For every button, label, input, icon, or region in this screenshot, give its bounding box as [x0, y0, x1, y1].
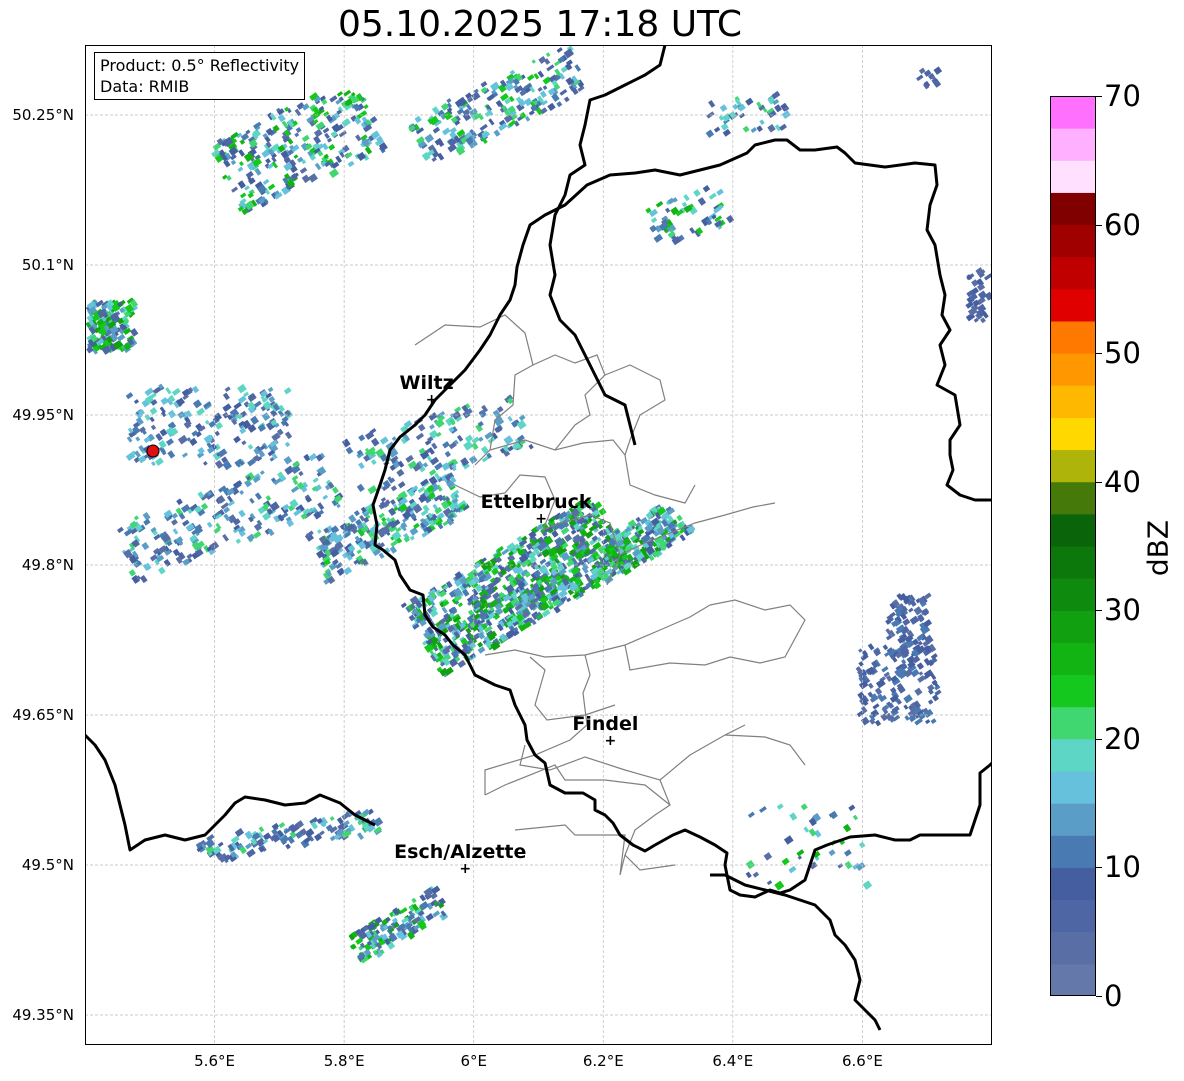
lon-tick-label: 6.6°E: [842, 1052, 883, 1070]
colorbar-segment: [1050, 353, 1096, 386]
colorbar-segment: [1050, 513, 1096, 547]
colorbar-segment: [1050, 867, 1096, 901]
colorbar-segment: [1050, 449, 1096, 483]
colorbar-segment: [1050, 288, 1096, 322]
colorbar-segment: [1050, 192, 1096, 226]
city-label: Findel: [572, 713, 638, 735]
lat-tick-label: 49.95°N: [12, 406, 74, 424]
lon-tick-label: 6.4°E: [712, 1052, 754, 1070]
data-source-label: Data: RMIB: [100, 77, 190, 96]
product-label: Product: 0.5° Reflectivity: [100, 56, 300, 75]
colorbar-segment: [1050, 931, 1096, 965]
colorbar-segment: [1050, 224, 1096, 258]
radar-site-marker: [146, 444, 160, 458]
colorbar-segment: [1050, 481, 1096, 515]
colorbar-tick-label: 60: [1104, 207, 1141, 242]
colorbar-segment: [1050, 321, 1096, 354]
colorbar-tick-label: 10: [1104, 850, 1141, 885]
city-label: Wiltz: [400, 372, 454, 394]
colorbar-segment: [1050, 417, 1096, 451]
radar-map: + Wiltz + Ettelbruck + Findel + Esch/Alzette: [85, 45, 992, 1045]
lon-tick-label: 5.6°E: [194, 1052, 235, 1070]
colorbar-tick-mark: [1096, 353, 1102, 355]
colorbar: [1050, 96, 1096, 996]
colorbar-tick-label: 20: [1104, 721, 1141, 756]
colorbar-segment: [1050, 578, 1096, 611]
colorbar-segment: [1050, 546, 1096, 579]
colorbar-segment: [1050, 674, 1096, 708]
colorbar-segment: [1050, 160, 1096, 193]
colorbar-segment: [1050, 738, 1096, 772]
colorbar-segment: [1050, 96, 1096, 129]
colorbar-segment: [1050, 899, 1096, 933]
colorbar-tick-mark: [1096, 996, 1102, 997]
map-title: 05.10.2025 17:18 UTC: [337, 4, 743, 45]
colorbar-tick-mark: [1096, 867, 1102, 869]
lon-tick-label: 6.2°E: [582, 1052, 624, 1070]
colorbar-segment: [1050, 706, 1096, 740]
colorbar-tick-mark: [1096, 610, 1102, 612]
colorbar-segment: [1050, 385, 1096, 418]
city-marker: +: [459, 861, 471, 877]
lon-tick-label: 6°E: [460, 1052, 487, 1070]
lat-tick-label: 49.8°N: [21, 556, 74, 574]
colorbar-tick-mark: [1096, 481, 1102, 483]
colorbar-label: dBZ: [1141, 519, 1175, 577]
colorbar-tick-label: 70: [1104, 79, 1141, 113]
colorbar-segment: [1050, 963, 1096, 996]
colorbar-segment: [1050, 128, 1096, 161]
colorbar-tick-label: 0: [1104, 979, 1123, 1013]
colorbar-tick-label: 40: [1104, 464, 1141, 499]
city-marker: +: [535, 511, 547, 527]
colorbar-segment: [1050, 256, 1096, 290]
colorbar-tick-mark: [1096, 738, 1102, 740]
city-label: Esch/Alzette: [394, 841, 526, 863]
colorbar-tick-mark: [1096, 96, 1102, 97]
product-info-box: Product: 0.5° Reflectivity Data: RMIB: [94, 52, 306, 100]
lat-tick-label: 50.1°N: [21, 256, 74, 274]
lat-tick-label: 50.25°N: [12, 106, 74, 124]
colorbar-segment: [1050, 642, 1096, 676]
colorbar-tick-label: 30: [1104, 593, 1141, 628]
lat-tick-label: 49.5°N: [21, 856, 74, 874]
colorbar-segment: [1050, 771, 1096, 804]
city-label: Ettelbruck: [481, 491, 592, 513]
city-marker: +: [426, 392, 438, 408]
colorbar-tick-label: 50: [1104, 336, 1141, 371]
lon-tick-label: 5.8°E: [323, 1052, 365, 1070]
map-canvas: +Wiltz+Ettelbruck+Findel+Esch/Alzette: [85, 45, 992, 1045]
colorbar-segment: [1050, 610, 1096, 643]
colorbar-segment: [1050, 835, 1096, 868]
colorbar-tick-mark: [1096, 224, 1102, 226]
colorbar-segment: [1050, 803, 1096, 836]
city-marker: +: [605, 733, 617, 749]
lat-tick-label: 49.65°N: [12, 706, 74, 724]
lat-tick-label: 49.35°N: [12, 1006, 74, 1024]
